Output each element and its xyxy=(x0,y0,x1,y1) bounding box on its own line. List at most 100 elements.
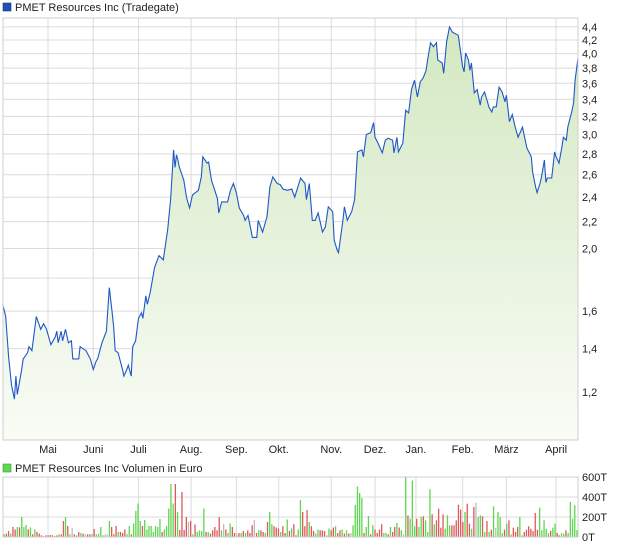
volume-bar xyxy=(154,526,157,537)
volume-bar xyxy=(273,526,275,537)
volume-bar xyxy=(260,530,262,537)
volume-bar xyxy=(345,530,348,537)
volume-bar xyxy=(499,517,501,537)
x-tick-label-month: April xyxy=(545,444,567,456)
volume-bar xyxy=(5,533,7,537)
volume-bar xyxy=(242,531,244,537)
volume-bar xyxy=(416,518,418,537)
price-y-tick-label: 3,8 xyxy=(582,63,597,75)
volume-bar xyxy=(269,512,271,537)
volume-bar xyxy=(275,527,277,537)
volume-bar xyxy=(424,520,427,537)
volume-bar xyxy=(534,513,536,537)
volume-bar xyxy=(361,498,363,537)
volume-bar xyxy=(451,525,453,537)
volume-bar xyxy=(481,516,484,537)
volume-bar xyxy=(488,532,490,537)
volume-bar xyxy=(438,508,440,537)
volume-bar xyxy=(574,505,576,537)
volume-bar xyxy=(552,527,554,537)
volume-bar xyxy=(29,527,32,537)
price-y-tick-label: 1,6 xyxy=(582,306,597,318)
volume-bar xyxy=(80,533,82,537)
volume-bar xyxy=(431,514,433,537)
volume-bar xyxy=(277,528,280,537)
volume-bar xyxy=(571,518,574,537)
volume-bar xyxy=(372,525,374,537)
volume-bar xyxy=(398,527,400,537)
volume-bar xyxy=(161,532,163,537)
volume-bar xyxy=(508,520,510,537)
volume-bar xyxy=(554,523,556,537)
volume-bar xyxy=(291,528,293,537)
volume-bar xyxy=(453,525,455,537)
x-tick-label-month: Juli xyxy=(130,444,147,456)
volume-bar xyxy=(367,516,370,537)
volume-bar xyxy=(374,529,376,537)
volume-bar xyxy=(471,528,473,537)
volume-bar xyxy=(144,520,146,537)
volume-bar xyxy=(280,532,282,537)
volume-bar xyxy=(400,530,402,537)
volume-bar xyxy=(170,484,172,537)
volume-bar xyxy=(365,527,367,537)
volume-bar xyxy=(519,517,521,537)
volume-bar xyxy=(378,529,381,537)
volume-bar xyxy=(10,533,12,537)
volume-bar xyxy=(179,530,181,537)
volume-bar xyxy=(216,530,218,537)
volume-bar xyxy=(550,531,552,537)
volume-bar xyxy=(38,533,40,537)
x-tick-label-month: Dez. xyxy=(364,444,387,456)
volume-y-tick-label: 0T xyxy=(582,532,595,544)
volume-bar xyxy=(122,533,124,537)
volume-bar xyxy=(569,502,571,537)
volume-bar xyxy=(119,532,122,537)
x-tick-label-month: Feb. xyxy=(452,444,474,456)
volume-y-tick-label: 600T xyxy=(582,472,607,484)
volume-bar xyxy=(429,489,431,537)
volume-bar xyxy=(547,533,550,537)
volume-bar xyxy=(440,527,442,537)
volume-bar xyxy=(341,529,343,537)
volume-bar xyxy=(34,529,36,537)
volume-bar xyxy=(233,533,236,537)
price-y-tick-label: 3,0 xyxy=(582,130,597,142)
volume-bar xyxy=(183,530,185,537)
volume-bar xyxy=(354,505,356,537)
volume-bar xyxy=(64,517,67,537)
volume-bar xyxy=(117,532,119,537)
volume-bar xyxy=(115,526,117,537)
volume-bar xyxy=(449,525,451,537)
volume-bar xyxy=(141,526,144,537)
volume-bar xyxy=(517,527,519,537)
price-y-tick-label: 4,0 xyxy=(582,49,597,61)
volume-bar xyxy=(328,528,330,537)
volume-bar xyxy=(567,533,569,537)
volume-bar xyxy=(196,532,198,537)
volume-bar xyxy=(203,508,205,537)
x-tick-label-month: Nov. xyxy=(320,444,342,456)
volume-bar xyxy=(308,522,310,537)
volume-bar xyxy=(576,530,578,537)
volume-bar xyxy=(181,492,183,537)
volume-bar xyxy=(293,524,295,537)
x-tick-label-month: Okt. xyxy=(269,444,289,456)
volume-bar xyxy=(446,515,449,537)
volume-bar xyxy=(238,533,240,537)
volume-bar xyxy=(435,520,438,537)
volume-bar xyxy=(218,517,220,537)
volume-bar xyxy=(264,533,266,537)
volume-bar xyxy=(190,521,192,537)
volume-bar xyxy=(468,523,471,537)
price-y-tick-label: 2,4 xyxy=(582,192,597,204)
volume-bar xyxy=(27,529,29,537)
volume-bar xyxy=(455,520,457,537)
volume-bar xyxy=(497,512,499,537)
price-y-tick-label: 3,6 xyxy=(582,78,597,90)
price-y-tick-label: 1,2 xyxy=(582,387,597,399)
volume-bar xyxy=(209,533,212,537)
volume-bar xyxy=(312,531,315,537)
volume-bar xyxy=(23,527,25,537)
volume-bar xyxy=(299,500,302,537)
